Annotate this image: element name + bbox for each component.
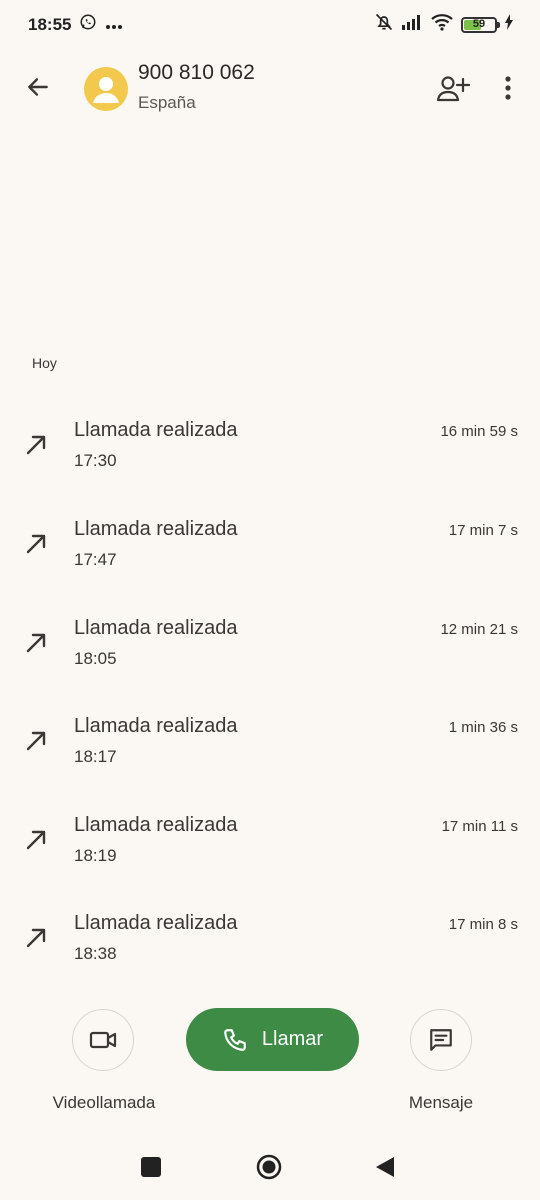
outgoing-call-icon (26, 731, 46, 751)
status-left: 18:55 (28, 13, 123, 36)
add-person-icon (436, 76, 470, 102)
signal-icon (401, 14, 423, 35)
call-item[interactable]: Llamada realizada 18:17 1 min 36 s (0, 703, 540, 793)
videocam-icon (89, 1031, 117, 1049)
outgoing-call-icon (26, 633, 46, 653)
call-duration: 1 min 36 s (448, 719, 518, 736)
call-item[interactable]: Llamada realizada 17:30 16 min 59 s (0, 407, 540, 497)
more-vert-icon (505, 76, 511, 100)
call-time: 17:47 (74, 550, 117, 569)
call-duration: 17 min 7 s (448, 522, 518, 539)
outgoing-call-icon (26, 928, 46, 948)
call-time: 18:17 (74, 747, 117, 766)
call-duration: 17 min 8 s (448, 916, 518, 933)
status-time: 18:55 (28, 14, 72, 34)
call-duration: 16 min 59 s (440, 423, 518, 440)
more-options-button[interactable] (490, 69, 526, 107)
recents-square-icon[interactable] (141, 1157, 161, 1177)
contact-header: 900 810 062 España (0, 55, 540, 125)
back-triangle-icon[interactable] (374, 1155, 396, 1179)
call-type: Llamada realizada (74, 814, 238, 836)
call-duration: 12 min 21 s (440, 621, 518, 638)
call-time: 18:38 (74, 944, 117, 963)
call-type: Llamada realizada (74, 617, 238, 639)
message-button[interactable] (410, 1009, 472, 1071)
whatsapp-icon (79, 13, 97, 36)
call-duration: 17 min 11 s (441, 818, 518, 835)
call-type: Llamada realizada (74, 912, 238, 934)
arrow-back-icon (28, 78, 48, 96)
message-label: Mensaje (408, 1093, 474, 1112)
call-type: Llamada realizada (74, 518, 238, 540)
phone-icon (224, 1028, 246, 1051)
call-type: Llamada realizada (74, 715, 238, 737)
call-item[interactable]: Llamada realizada 18:38 17 min 8 s (0, 900, 540, 990)
outgoing-call-icon (26, 435, 46, 455)
outgoing-call-icon (26, 534, 46, 554)
action-bar: Videollamada Llamar Mensaje (0, 1005, 540, 1125)
call-item[interactable]: Llamada realizada 17:47 17 min 7 s (0, 506, 540, 596)
call-time: 18:19 (74, 846, 117, 865)
video-call-button[interactable] (72, 1009, 134, 1071)
call-time: 18:05 (74, 649, 117, 668)
wifi-icon (430, 13, 454, 36)
outgoing-call-icon (26, 830, 46, 850)
contact-name: 900 810 062 (138, 61, 255, 84)
video-call-label: Videollamada (52, 1093, 156, 1112)
back-button[interactable] (20, 69, 56, 105)
charging-icon (504, 14, 514, 35)
status-right: 59 (374, 12, 514, 37)
silent-bell-icon (374, 12, 394, 37)
call-item[interactable]: Llamada realizada 18:05 12 min 21 s (0, 605, 540, 695)
call-time: 17:30 (74, 451, 117, 470)
call-item[interactable]: Llamada realizada 18:19 17 min 11 s (0, 802, 540, 892)
contact-subtitle: España (138, 93, 196, 112)
more-notifications-icon (105, 15, 123, 35)
call-type: Llamada realizada (74, 419, 238, 441)
add-contact-button[interactable] (434, 69, 472, 107)
call-button[interactable]: Llamar (186, 1008, 359, 1071)
avatar (84, 67, 128, 111)
message-icon (430, 1029, 452, 1051)
call-button-label: Llamar (261, 1028, 324, 1050)
person-icon (93, 77, 119, 103)
battery-icon: 59 (461, 16, 500, 33)
battery-level: 59 (472, 17, 486, 30)
home-circle-icon[interactable] (256, 1154, 282, 1180)
status-bar: 18:55 59 (0, 0, 540, 48)
navigation-bar (0, 1140, 540, 1200)
section-label-today: Hoy (32, 355, 57, 371)
